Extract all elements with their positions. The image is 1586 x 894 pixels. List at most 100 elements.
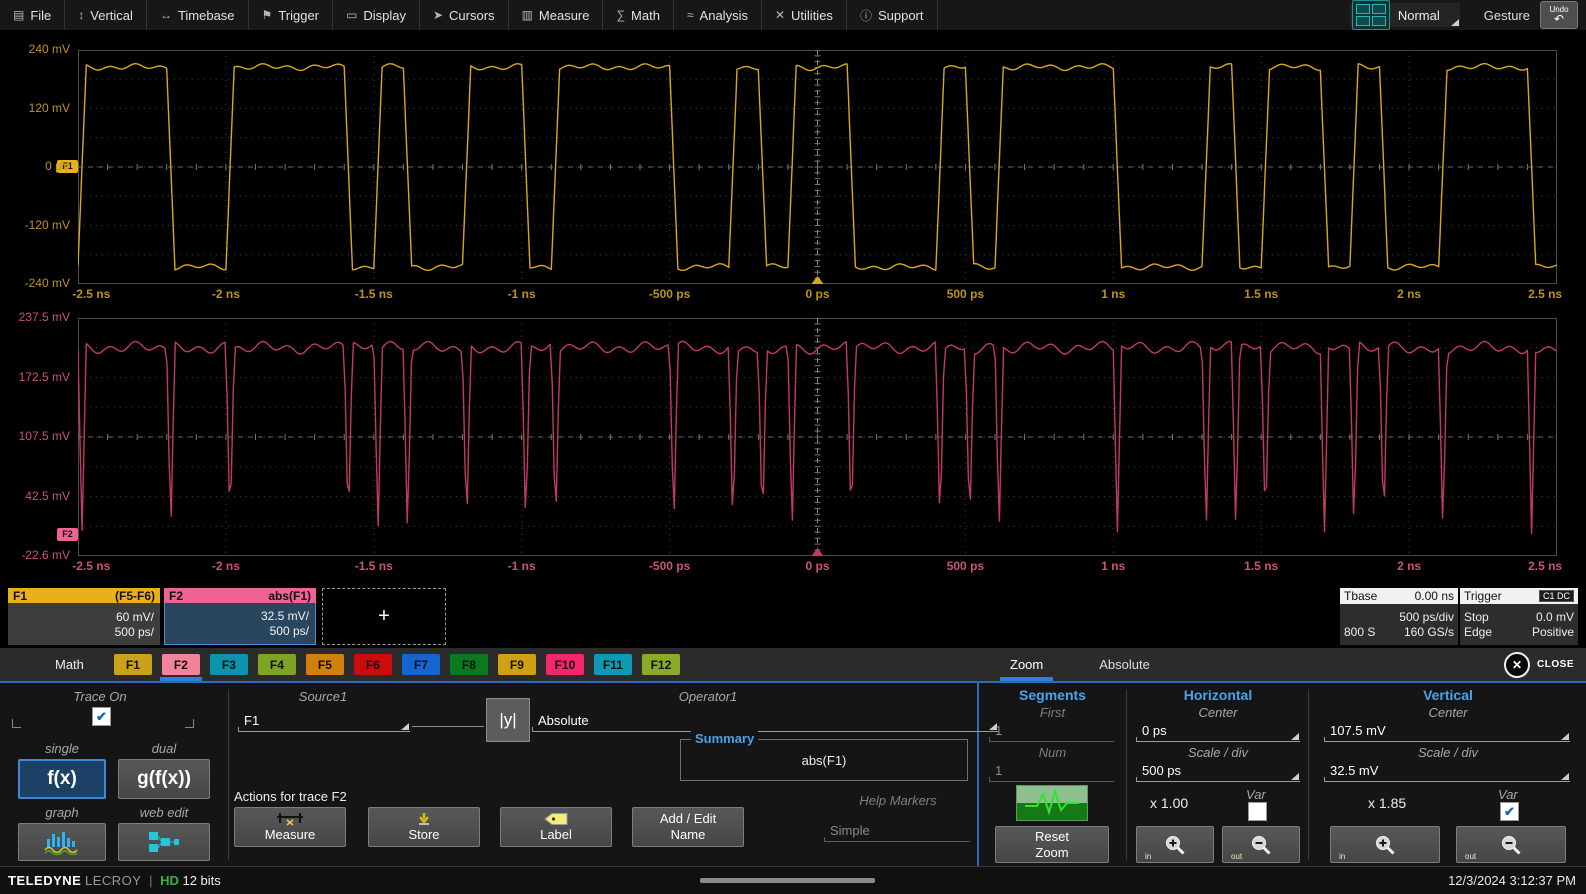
segments-first-input[interactable]: 1 [989,721,1114,742]
horizontal-section: Horizontal Center 0 ps Scale / div 500 p… [1128,683,1308,866]
menu-item-file[interactable]: ▤File [0,0,65,30]
trace-section: Trace On single dual f(x) g(f(x)) graph … [0,683,228,866]
timebase-samples: 800 S [1344,625,1375,639]
menu-item-cursors[interactable]: ➤Cursors [420,0,509,30]
vertical-center-input[interactable]: 107.5 mV [1324,721,1570,742]
label-button-label: Label [540,827,572,842]
single-fx-button[interactable]: f(x) [18,759,106,799]
menu-item-label: Utilities [791,8,833,23]
tab-absolute[interactable]: Absolute [1089,653,1160,676]
math-icon: ∑ [616,8,625,22]
tab-f12[interactable]: F12 [642,654,680,675]
zoom-out-icon [1250,834,1272,856]
vertical-var-checkbox[interactable] [1500,802,1519,821]
timebase-descriptor[interactable]: Tbase 0.00 ns 500 ps/div 800 S 160 GS/s [1340,588,1458,645]
close-group[interactable]: ✕ CLOSE [1504,652,1586,678]
reset-zoom-button[interactable]: Reset Zoom [995,826,1109,863]
graph-button[interactable] [18,823,106,861]
menu-item-support[interactable]: ⓘSupport [847,0,938,30]
tab-f6[interactable]: F6 [354,654,392,675]
f2-y-label: 172.5 mV [0,370,70,384]
cursors-icon: ➤ [433,8,443,22]
add-edit-name-button[interactable]: Add / Edit Name [632,807,744,847]
segment-waveform-button[interactable] [1016,785,1088,821]
trace-on-checkbox[interactable] [92,707,111,726]
summary-value: abs(F1) [681,740,967,780]
web-edit-button[interactable] [118,823,210,861]
tab-f3[interactable]: F3 [210,654,248,675]
menu-item-math[interactable]: ∑Math [603,0,673,30]
tab-zoom[interactable]: Zoom [1000,653,1053,676]
graticule-f2[interactable] [78,318,1557,556]
dual-gfx-button[interactable]: g(f(x)) [118,759,210,799]
menu-item-analysis[interactable]: ≈Analysis [674,0,762,30]
f2-x-label: -1 ns [508,559,536,573]
horizontal-mult-value: x 1.00 [1150,795,1188,811]
trigger-slope: Positive [1532,625,1574,639]
menu-item-utilities[interactable]: ✕Utilities [762,0,847,30]
vertical-zoom-in-button[interactable]: in [1330,826,1440,863]
tab-f11[interactable]: F11 [594,654,632,675]
horizontal-var-checkbox[interactable] [1248,802,1267,821]
tab-f7[interactable]: F7 [402,654,440,675]
f1-x-label: -2.5 ns [72,287,110,301]
tab-f5[interactable]: F5 [306,654,344,675]
taskbar-handle[interactable] [700,878,875,883]
source1-label: Source1 [238,689,408,704]
horizontal-zoom-in-button[interactable]: in [1136,826,1214,863]
display-mode-select[interactable]: Normal [1390,8,1454,23]
menu-item-trigger[interactable]: ⚑Trigger [249,0,333,30]
menu-item-display[interactable]: ▭Display [333,0,420,30]
menu-item-timebase[interactable]: ↔Timebase [147,0,249,30]
source1-select[interactable]: F1 [238,711,410,732]
zoom-absolute-tabs: Zoom Absolute [1000,653,1160,676]
label-tag-icon [542,812,570,826]
undo-button[interactable]: Undo ↶ [1540,1,1578,29]
help-markers-select[interactable]: Simple [824,821,970,842]
tab-f10[interactable]: F10 [546,654,584,675]
menu-item-vertical[interactable]: ↕Vertical [65,0,147,30]
tab-f9[interactable]: F9 [498,654,536,675]
store-button[interactable]: Store [368,807,480,847]
label-button[interactable]: Label [500,807,612,847]
f1-y-label: 120 mV [0,101,70,115]
tab-f1[interactable]: F1 [114,654,152,675]
zoom-in-label: in [1145,852,1151,861]
vertical-scale-input[interactable]: 32.5 mV [1324,761,1570,782]
horizontal-zoom-out-button[interactable]: out [1222,826,1300,863]
f2-y-label: 237.5 mV [0,310,70,324]
math-setup-dialog: Trace On single dual f(x) g(f(x)) graph … [0,681,1586,866]
horizontal-scale-input[interactable]: 500 ps [1136,761,1300,782]
segments-first-value: 1 [995,723,1002,738]
tab-f4[interactable]: F4 [258,654,296,675]
function-tabs: F1 F2 F3 F4 F5 F6 F7 F8 F9 F10 F11 F12 [114,654,690,675]
trigger-descriptor[interactable]: Trigger C1 DC Stop 0.0 mV Edge Positive [1460,588,1578,645]
operator1-select[interactable]: Absolute [532,711,998,732]
menu-item-label: Measure [539,8,590,23]
f1-descriptor-id: F1 [13,589,27,603]
grid-layout-button[interactable] [1352,0,1390,30]
tab-f2[interactable]: F2 [162,654,200,675]
f1-descriptor[interactable]: F1 (F5-F6) 60 mV/ 500 ps/ [8,588,160,645]
add-trace-button[interactable]: + [322,588,446,645]
segments-num-input[interactable]: 1 [989,761,1114,782]
vertical-zoom-out-button[interactable]: out [1456,826,1566,863]
vertical-title: Vertical [1310,687,1586,703]
trigger-icon: ⚑ [262,8,273,22]
gesture-label: Gesture [1484,8,1530,23]
operator-section: Source1 F1 |y| Operator1 Absolute Summar… [228,683,976,866]
f2-descriptor-id: F2 [169,589,183,603]
horizontal-center-input[interactable]: 0 ps [1136,721,1300,742]
f2-descriptor[interactable]: F2 abs(F1) 32.5 mV/ 500 ps/ [164,588,316,645]
tab-f8[interactable]: F8 [450,654,488,675]
menu-item-measure[interactable]: ▥Measure [509,0,604,30]
timebase-icon: ↔ [160,8,172,22]
graticule-f1[interactable] [78,50,1557,284]
segments-num-value: 1 [995,763,1002,778]
operator-chip-icon[interactable]: |y| [486,698,530,742]
close-label: CLOSE [1537,659,1574,670]
f2-vscale: 32.5 mV/ [261,609,309,623]
measure-button[interactable]: Measure [234,807,346,847]
zoom-out-label: out [1465,852,1476,861]
f2-zero-marker[interactable]: F2 [57,528,78,541]
